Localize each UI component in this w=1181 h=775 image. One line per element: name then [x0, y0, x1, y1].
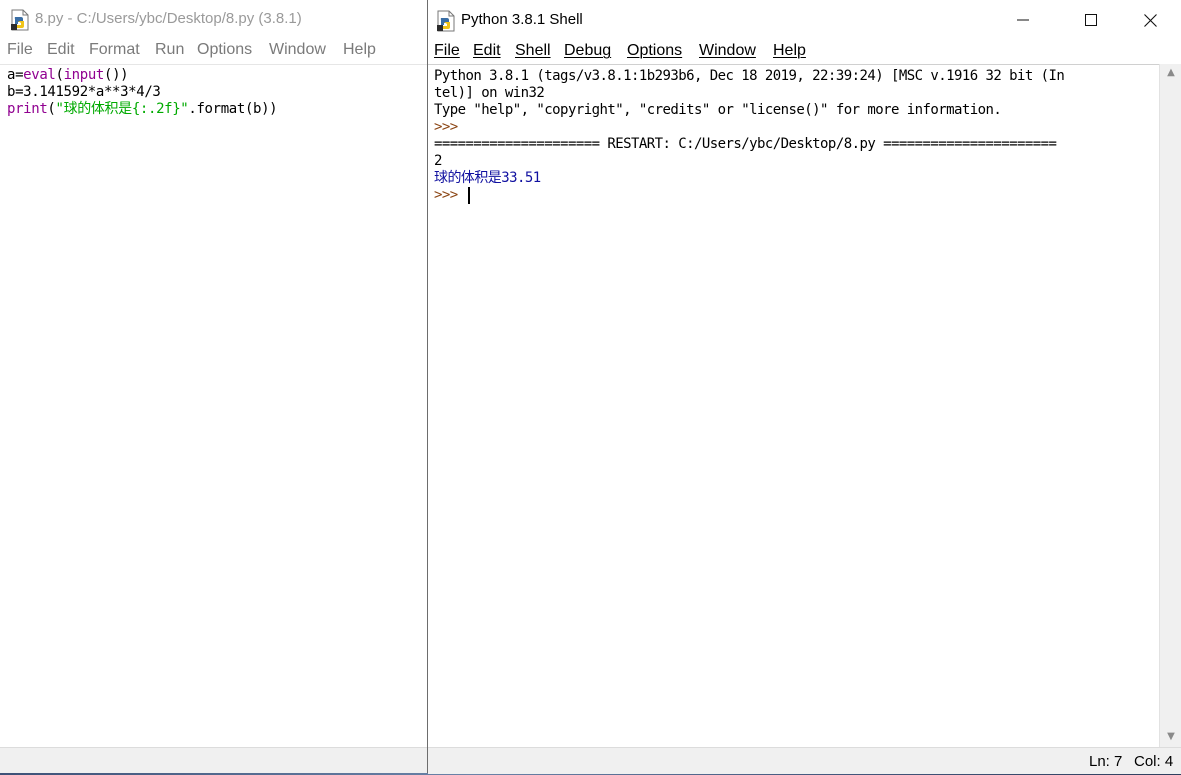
- shell-menu-options[interactable]: Options: [627, 42, 682, 60]
- editor-menu-window[interactable]: Window: [269, 41, 326, 59]
- editor-menu-options[interactable]: Options: [197, 41, 252, 59]
- shell-menu-shell[interactable]: Shell: [515, 42, 551, 60]
- code-line-3: print("球的体积是{:.2f}".format(b)): [7, 101, 278, 117]
- shell-title: Python 3.8.1 Shell: [461, 11, 583, 28]
- shell-line-output: 球的体积是33.51: [434, 170, 541, 186]
- shell-line-banner-1: Python 3.8.1 (tags/v3.8.1:1b293b6, Dec 1…: [434, 68, 1065, 84]
- shell-menu-debug[interactable]: Debug: [564, 42, 611, 60]
- shell-line-restart: ===================== RESTART: C:/Users/…: [434, 136, 1057, 152]
- editor-text-area[interactable]: a=eval(input()) b=3.141592*a**3*4/3 prin…: [0, 64, 427, 748]
- maximize-icon: [1085, 14, 1097, 26]
- status-line: Ln: 7: [1089, 753, 1123, 770]
- maximize-button[interactable]: [1068, 0, 1114, 40]
- editor-title: 8.py - C:/Users/ybc/Desktop/8.py (3.8.1): [35, 10, 302, 27]
- scroll-up-icon[interactable]: ▲: [1165, 67, 1177, 79]
- shell-menu-file[interactable]: File: [434, 42, 460, 60]
- code-line-2: b=3.141592*a**3*4/3: [7, 84, 161, 100]
- shell-menubar: File Edit Shell Debug Options Window Hel…: [428, 40, 1181, 64]
- editor-menu-help[interactable]: Help: [343, 41, 376, 59]
- editor-statusbar: [0, 747, 427, 773]
- close-button[interactable]: [1127, 0, 1173, 40]
- minimize-button[interactable]: [1000, 0, 1046, 40]
- shell-line-banner-2: tel)] on win32: [434, 85, 545, 101]
- text-cursor: [468, 187, 470, 204]
- editor-menubar: File Edit Format Run Options Window Help: [0, 40, 427, 64]
- code-line-1: a=eval(input()): [7, 67, 129, 83]
- scroll-down-icon[interactable]: ▼: [1165, 731, 1177, 743]
- minimize-icon: [1017, 19, 1029, 21]
- close-icon: [1143, 13, 1157, 27]
- python-file-icon: [10, 9, 30, 35]
- python-shell-icon: [436, 10, 456, 36]
- shell-menu-edit[interactable]: Edit: [473, 42, 501, 60]
- shell-menu-help[interactable]: Help: [773, 42, 806, 60]
- shell-statusbar: Ln: 7 Col: 4: [428, 747, 1181, 774]
- shell-prompt: >>>: [434, 119, 458, 135]
- shell-titlebar[interactable]: Python 3.8.1 Shell: [428, 0, 1181, 40]
- shell-menu-window[interactable]: Window: [699, 42, 756, 60]
- shell-line-banner-3: Type "help", "copyright", "credits" or "…: [434, 102, 1002, 118]
- shell-line-input: 2: [434, 153, 442, 169]
- editor-menu-edit[interactable]: Edit: [47, 41, 75, 59]
- editor-menu-file[interactable]: File: [7, 41, 33, 59]
- editor-menu-run[interactable]: Run: [155, 41, 184, 59]
- shell-vertical-scrollbar[interactable]: ▲ ▼: [1159, 64, 1181, 747]
- shell-prompt-current: >>>: [434, 187, 466, 203]
- status-col: Col: 4: [1134, 753, 1174, 770]
- editor-menu-format[interactable]: Format: [89, 41, 140, 59]
- editor-window: 8.py - C:/Users/ybc/Desktop/8.py (3.8.1)…: [0, 0, 427, 773]
- shell-output-area[interactable]: Python 3.8.1 (tags/v3.8.1:1b293b6, Dec 1…: [428, 64, 1159, 748]
- shell-window: Python 3.8.1 Shell File Edit Shell Debug…: [427, 0, 1181, 774]
- editor-titlebar[interactable]: 8.py - C:/Users/ybc/Desktop/8.py (3.8.1): [0, 0, 427, 40]
